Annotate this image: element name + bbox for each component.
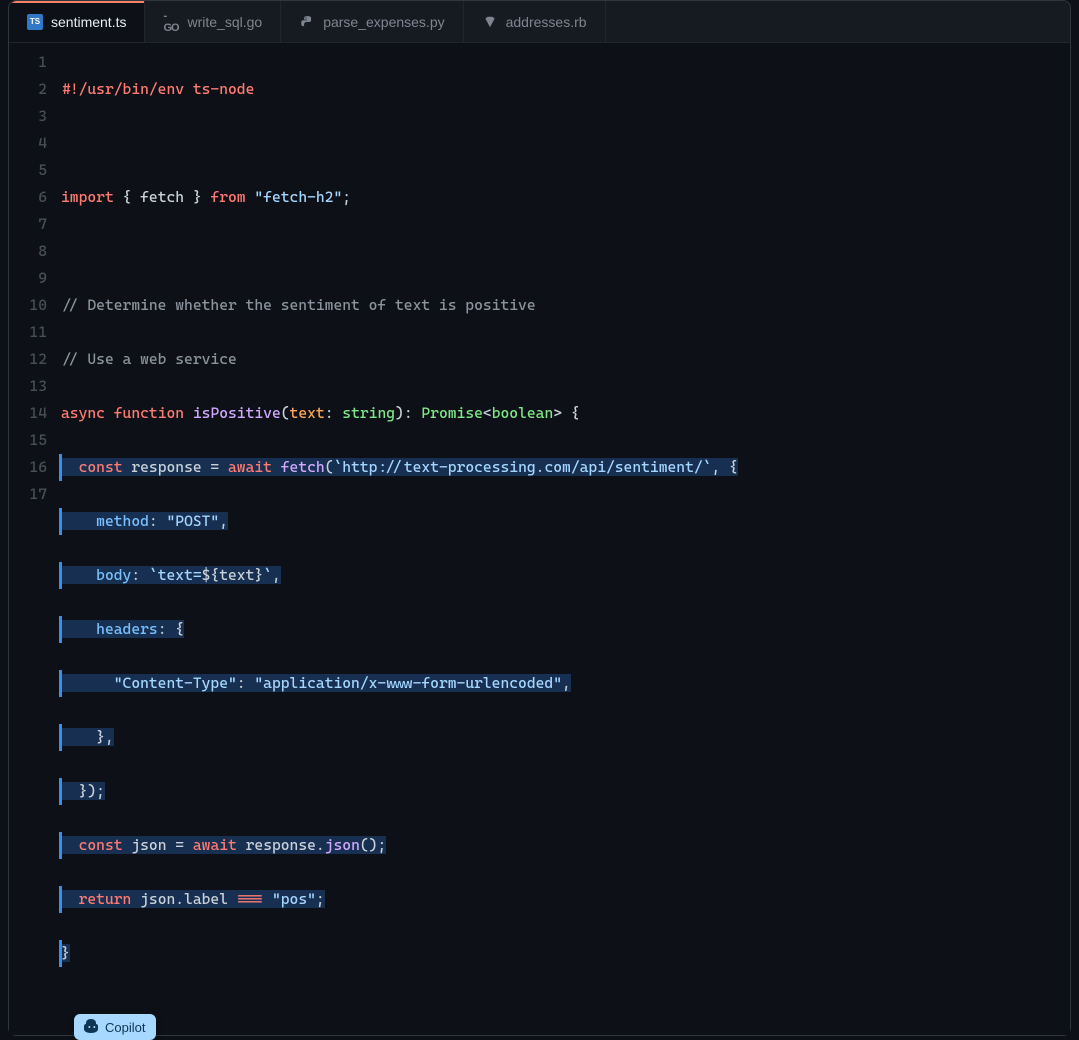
tab-bar: TS sentiment.ts -GO write_sql.go parse_e…	[9, 1, 1070, 43]
code-line: import { fetch } from "fetch-h2";	[61, 184, 1070, 211]
copilot-label: Copilot	[105, 1020, 145, 1035]
tab-label: addresses.rb	[506, 14, 587, 30]
line-number: 6	[9, 184, 47, 211]
line-number: 4	[9, 130, 47, 157]
copilot-badge[interactable]: Copilot	[74, 1014, 156, 1040]
line-number: 12	[9, 346, 47, 373]
line-number: 7	[9, 211, 47, 238]
code-line	[61, 130, 1070, 157]
copilot-icon	[83, 1019, 99, 1035]
code-editor[interactable]: 1 2 3 4 5 6 7 8 9 10 11 12 13 14 15 16 1…	[9, 43, 1070, 1035]
python-icon	[299, 14, 315, 30]
line-number: 9	[9, 265, 47, 292]
editor-window: TS sentiment.ts -GO write_sql.go parse_e…	[8, 0, 1071, 1036]
ruby-icon	[482, 14, 498, 30]
code-line: headers: {	[61, 616, 1070, 643]
code-line: },	[61, 724, 1070, 751]
code-line: }	[61, 940, 1070, 967]
line-number: 10	[9, 292, 47, 319]
line-number: 17	[9, 481, 47, 508]
line-number: 8	[9, 238, 47, 265]
line-number: 14	[9, 400, 47, 427]
typescript-icon: TS	[27, 14, 43, 30]
code-line: body: `text=${text}`,	[61, 562, 1070, 589]
line-number: 5	[9, 157, 47, 184]
tab-label: parse_expenses.py	[323, 14, 444, 30]
line-number: 13	[9, 373, 47, 400]
line-number: 2	[9, 76, 47, 103]
code-line	[61, 238, 1070, 265]
line-number: 15	[9, 427, 47, 454]
line-number: 11	[9, 319, 47, 346]
line-number-gutter: 1 2 3 4 5 6 7 8 9 10 11 12 13 14 15 16 1…	[9, 49, 61, 1021]
tab-sentiment-ts[interactable]: TS sentiment.ts	[9, 1, 145, 42]
code-line: // Use a web service	[61, 346, 1070, 373]
code-line: async function isPositive(text: string):…	[61, 400, 1070, 427]
tab-addresses-rb[interactable]: addresses.rb	[464, 1, 606, 42]
tab-label: sentiment.ts	[51, 14, 126, 30]
code-line: return json.label === "pos";	[61, 886, 1070, 913]
line-number: 16	[9, 454, 47, 481]
code-line: // Determine whether the sentiment of te…	[61, 292, 1070, 319]
tab-write-sql-go[interactable]: -GO write_sql.go	[145, 1, 281, 42]
code-content[interactable]: #!/usr/bin/env ts-node import { fetch } …	[61, 49, 1070, 1021]
go-icon: -GO	[163, 14, 179, 30]
line-number: 3	[9, 103, 47, 130]
code-line: const response = await fetch(`http://tex…	[61, 454, 1070, 481]
code-line: "Content-Type": "application/x-www-form-…	[61, 670, 1070, 697]
code-line: const json = await response.json();	[61, 832, 1070, 859]
tab-label: write_sql.go	[187, 14, 262, 30]
tab-parse-expenses-py[interactable]: parse_expenses.py	[281, 1, 463, 42]
code-line: #!/usr/bin/env ts-node	[61, 76, 1070, 103]
code-line: method: "POST",	[61, 508, 1070, 535]
line-number: 1	[9, 49, 47, 76]
code-line: });	[61, 778, 1070, 805]
